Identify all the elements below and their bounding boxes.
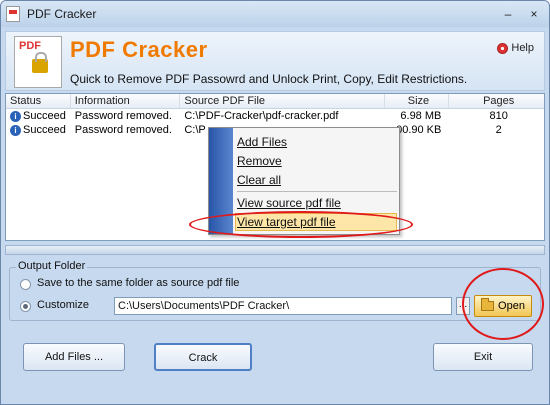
table-row[interactable]: i Succeed Password removed. C:\PDF-Cracke… — [6, 109, 544, 123]
radio-customize-label[interactable]: Customize — [37, 299, 89, 311]
close-button[interactable]: × — [524, 5, 544, 23]
logo-pdf-text: PDF — [19, 40, 41, 52]
output-folder-label: Output Folder — [16, 260, 88, 272]
help-icon — [497, 42, 509, 54]
add-files-button[interactable]: Add Files ... — [23, 343, 125, 371]
status-text: Succeed — [23, 110, 66, 122]
menu-item-label: View source pdf file — [237, 196, 341, 210]
menu-item-clear-all[interactable]: Clear all — [237, 171, 281, 189]
output-path-field[interactable]: C:\Users\Documents\PDF Cracker\ — [114, 297, 452, 315]
annotation-ring-open — [462, 268, 544, 340]
brand-title: PDF Cracker — [70, 37, 208, 62]
pages-cell: 810 — [489, 110, 508, 122]
menu-item-label: Remove — [237, 154, 282, 168]
column-information[interactable]: Information — [71, 94, 181, 108]
menu-separator — [237, 191, 397, 192]
pages-cell: 2 — [495, 124, 502, 136]
info-icon: i — [10, 124, 21, 136]
column-size[interactable]: Size — [385, 94, 450, 108]
radio-same-folder[interactable] — [20, 279, 31, 290]
column-status[interactable]: Status — [6, 94, 71, 108]
output-folder-group: Output Folder Save to the same folder as… — [9, 260, 541, 321]
crack-button[interactable]: Crack — [154, 343, 252, 371]
menu-item-add-files[interactable]: Add Files — [237, 133, 287, 151]
menu-item-label: Add Files — [237, 135, 288, 149]
info-icon: i — [10, 110, 21, 122]
radio-same-folder-label[interactable]: Save to the same folder as source pdf fi… — [37, 277, 239, 289]
info-cell: Password removed. — [74, 110, 172, 122]
column-pages[interactable]: Pages — [449, 94, 544, 108]
help-label: Help — [511, 42, 534, 54]
window-title: PDF Cracker — [27, 7, 97, 21]
help-link[interactable]: Help — [497, 42, 534, 54]
header-banner: PDF PDF Cracker Quick to Remove PDF Pass… — [5, 31, 545, 91]
radio-customize[interactable] — [20, 301, 31, 312]
lock-icon — [32, 52, 48, 73]
size-cell: 6.98 MB — [400, 110, 442, 122]
minimize-button[interactable]: – — [498, 5, 518, 23]
annotation-ring-view-target — [189, 211, 413, 238]
title-bar[interactable]: PDF Cracker – × — [1, 1, 549, 27]
status-cell: i Succeed — [6, 109, 71, 123]
app-icon — [6, 6, 20, 22]
info-cell: Password removed. — [74, 124, 172, 136]
column-source[interactable]: Source PDF File — [180, 94, 385, 108]
app-window: PDF Cracker – × PDF PDF Cracker Quick to… — [0, 0, 550, 405]
table-header: Status Information Source PDF File Size … — [6, 94, 544, 109]
splitter[interactable] — [5, 245, 545, 255]
exit-button[interactable]: Exit — [433, 343, 533, 371]
status-text: Succeed — [23, 124, 66, 136]
menu-item-label: Clear all — [237, 173, 282, 187]
menu-item-remove[interactable]: Remove — [237, 152, 282, 170]
tagline: Quick to Remove PDF Passowrd and Unlock … — [70, 72, 468, 86]
status-cell: i Succeed — [6, 123, 71, 137]
source-cell: C:\PDF-Cracker\pdf-cracker.pdf — [184, 110, 339, 122]
pdf-lock-logo: PDF — [14, 36, 62, 88]
menu-item-view-source[interactable]: View source pdf file — [237, 194, 341, 212]
